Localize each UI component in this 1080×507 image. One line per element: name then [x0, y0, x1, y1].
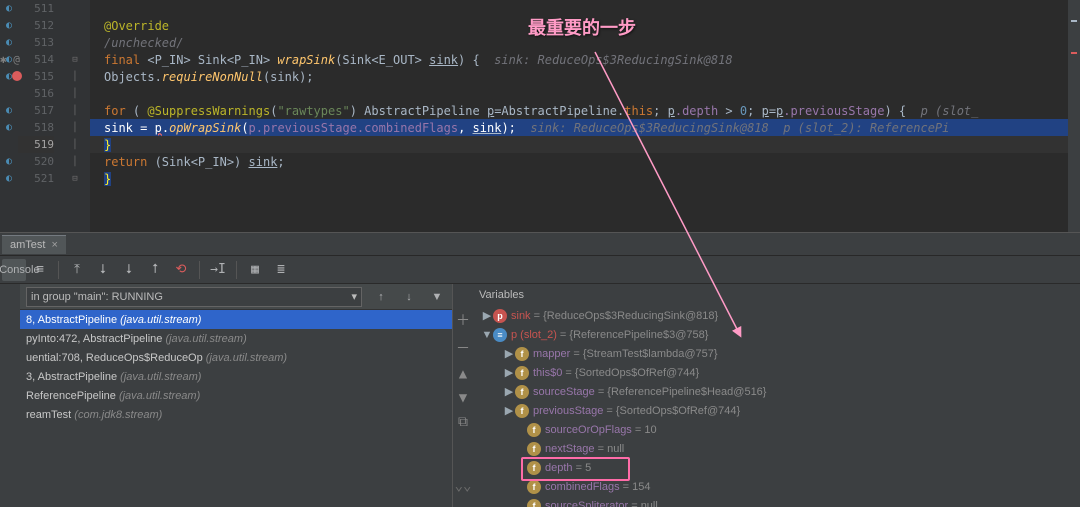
field-icon: f: [515, 366, 529, 380]
code-line[interactable]: Objects.requireNonNull(sink);: [90, 68, 1080, 85]
var-node[interactable]: fcombinedFlags = 154: [473, 477, 1080, 496]
breakpoint-icon[interactable]: [12, 71, 22, 81]
trace-button[interactable]: ≣: [269, 259, 293, 281]
expand-icon[interactable]: ▶: [503, 404, 515, 417]
tab-label: amTest: [10, 239, 45, 251]
force-step-into-button[interactable]: ⭣: [117, 259, 141, 281]
var-node[interactable]: fsourceOrOpFlags = 10: [473, 420, 1080, 439]
expand-icon[interactable]: ▶: [503, 385, 515, 398]
filter-button[interactable]: ▼: [428, 291, 446, 303]
var-node-sink[interactable]: ▶psink = {ReduceOps$3ReducingSink@818}: [473, 306, 1080, 325]
line-number: 521: [18, 170, 54, 187]
line-number: 512: [18, 17, 54, 34]
var-node[interactable]: fsourceSpliterator = null: [473, 496, 1080, 507]
separator: [58, 261, 59, 279]
stack-frame[interactable]: 8, AbstractPipeline (java.util.stream): [20, 310, 452, 329]
evaluate-button[interactable]: ▦: [243, 259, 267, 281]
line-number: 518: [18, 119, 54, 136]
debug-tabs: amTest ×: [0, 232, 1080, 256]
stack-frame[interactable]: 3, AbstractPipeline (java.util.stream): [20, 367, 452, 386]
frames-side-tools: [0, 284, 20, 507]
console-tab-button[interactable]: ▶ Console: [2, 259, 26, 281]
stack-frame[interactable]: uential:708, ReduceOps$ReduceOp (java.ut…: [20, 348, 452, 367]
step-into-button[interactable]: ⭣: [91, 259, 115, 281]
code-line[interactable]: @Override: [90, 17, 1080, 34]
variables-panel: ＋ － ▲ ▼ ⧉ ⌄⌄ Variables ▶psink = {ReduceO…: [452, 284, 1080, 507]
line-number: 520: [18, 153, 54, 170]
var-node-p[interactable]: ▼≡p (slot_2) = {ReferencePipeline$3@758}: [473, 325, 1080, 344]
add-watch-button[interactable]: ＋: [456, 310, 470, 330]
layout-button[interactable]: ≡: [28, 259, 52, 281]
code-line[interactable]: }: [90, 170, 1080, 187]
var-node[interactable]: fnextStage = null: [473, 439, 1080, 458]
remove-watch-button[interactable]: －: [456, 338, 470, 358]
prev-frame-button[interactable]: ↑: [372, 291, 390, 303]
line-number: 515: [18, 68, 54, 85]
fold-gutter: ⊟││││││⊟: [60, 0, 90, 232]
code-line[interactable]: return (Sink<P_IN>) sink;: [90, 153, 1080, 170]
variables-side-tools: ＋ － ▲ ▼ ⧉ ⌄⌄: [453, 284, 473, 507]
var-node[interactable]: ▶fsourceStage = {ReferencePipeline$Head@…: [473, 382, 1080, 401]
line-number-gutter: 511 512 513 514✱ @ 515 516 517 518 519 5…: [18, 0, 60, 232]
variables-tree[interactable]: ▶psink = {ReduceOps$3ReducingSink@818} ▼…: [473, 306, 1080, 507]
close-icon[interactable]: ×: [51, 239, 57, 251]
step-out-button[interactable]: ⭡: [143, 259, 167, 281]
separator: [199, 261, 200, 279]
field-icon: f: [515, 404, 529, 418]
up-button[interactable]: ▲: [459, 366, 467, 382]
param-icon: p: [493, 309, 507, 323]
thread-selector-row: in group "main": RUNNING▾ ↑ ↓ ▼: [20, 284, 452, 310]
field-icon: f: [527, 423, 541, 437]
frames-panel: in group "main": RUNNING▾ ↑ ↓ ▼ 8, Abstr…: [0, 284, 452, 507]
collapse-icon[interactable]: ▼: [481, 329, 493, 341]
line-number: 514✱ @: [18, 51, 54, 68]
field-icon: f: [527, 442, 541, 456]
line-number: 519: [18, 136, 54, 153]
var-node[interactable]: ▶fthis$0 = {SortedOps$OfRef@744}: [473, 363, 1080, 382]
expand-icon[interactable]: ▶: [503, 366, 515, 379]
left-marker-col: ◐◐◐◐◐◐◐◐◐: [0, 0, 18, 232]
thread-combo[interactable]: in group "main": RUNNING▾: [26, 287, 362, 307]
field-icon: f: [527, 499, 541, 507]
run-to-cursor-button[interactable]: →I: [206, 259, 230, 281]
expand-icon[interactable]: ▶: [481, 309, 493, 322]
editor-scrollbar[interactable]: [1068, 0, 1080, 232]
line-number: 517: [18, 102, 54, 119]
separator: [236, 261, 237, 279]
code-area[interactable]: @Override /unchecked/ final <P_IN> Sink<…: [90, 0, 1080, 232]
variables-header: Variables: [473, 284, 1080, 306]
line-number: 516: [18, 85, 54, 102]
code-line-exec[interactable]: sink = p.opWrapSink(p.previousStage.comb…: [90, 119, 1080, 136]
field-icon: f: [527, 480, 541, 494]
code-line-current[interactable]: }: [90, 136, 1080, 153]
copy-button[interactable]: ⧉: [458, 414, 468, 430]
next-frame-button[interactable]: ↓: [400, 291, 418, 303]
code-line[interactable]: final <P_IN> Sink<P_IN> wrapSink(Sink<E_…: [90, 51, 1080, 68]
field-icon: f: [527, 461, 541, 475]
var-node[interactable]: ▶fpreviousStage = {SortedOps$OfRef@744}: [473, 401, 1080, 420]
code-line[interactable]: [90, 0, 1080, 17]
field-icon: f: [515, 385, 529, 399]
drop-frame-button[interactable]: ⟲: [169, 259, 193, 281]
element-icon: ≡: [493, 328, 507, 342]
step-over-button[interactable]: ⤒: [65, 259, 89, 281]
debug-toolbar: ▶ Console ≡ ⤒ ⭣ ⭣ ⭡ ⟲ →I ▦ ≣: [0, 256, 1080, 284]
code-line[interactable]: /unchecked/: [90, 34, 1080, 51]
field-icon: f: [515, 347, 529, 361]
code-line[interactable]: [90, 85, 1080, 102]
line-number: 511: [18, 0, 54, 17]
debug-tab[interactable]: amTest ×: [2, 235, 66, 254]
stack-frame[interactable]: pyInto:472, AbstractPipeline (java.util.…: [20, 329, 452, 348]
var-node-depth[interactable]: fdepth = 5: [473, 458, 1080, 477]
down-button[interactable]: ▼: [459, 390, 467, 406]
stack-frame[interactable]: ReferencePipeline (java.util.stream): [20, 386, 452, 405]
stack-frame[interactable]: reamTest (com.jdk8.stream): [20, 405, 452, 424]
expand-icon[interactable]: ▶: [503, 347, 515, 360]
line-number: 513: [18, 34, 54, 51]
code-line[interactable]: for ( @SuppressWarnings("rawtypes") Abst…: [90, 102, 1080, 119]
var-node[interactable]: ▶fmapper = {StreamTest$lambda@757}: [473, 344, 1080, 363]
glasses-icon[interactable]: ⌄⌄: [455, 478, 472, 494]
editor-pane: ◐◐◐◐◐◐◐◐◐ 511 512 513 514✱ @ 515 516 517…: [0, 0, 1080, 232]
